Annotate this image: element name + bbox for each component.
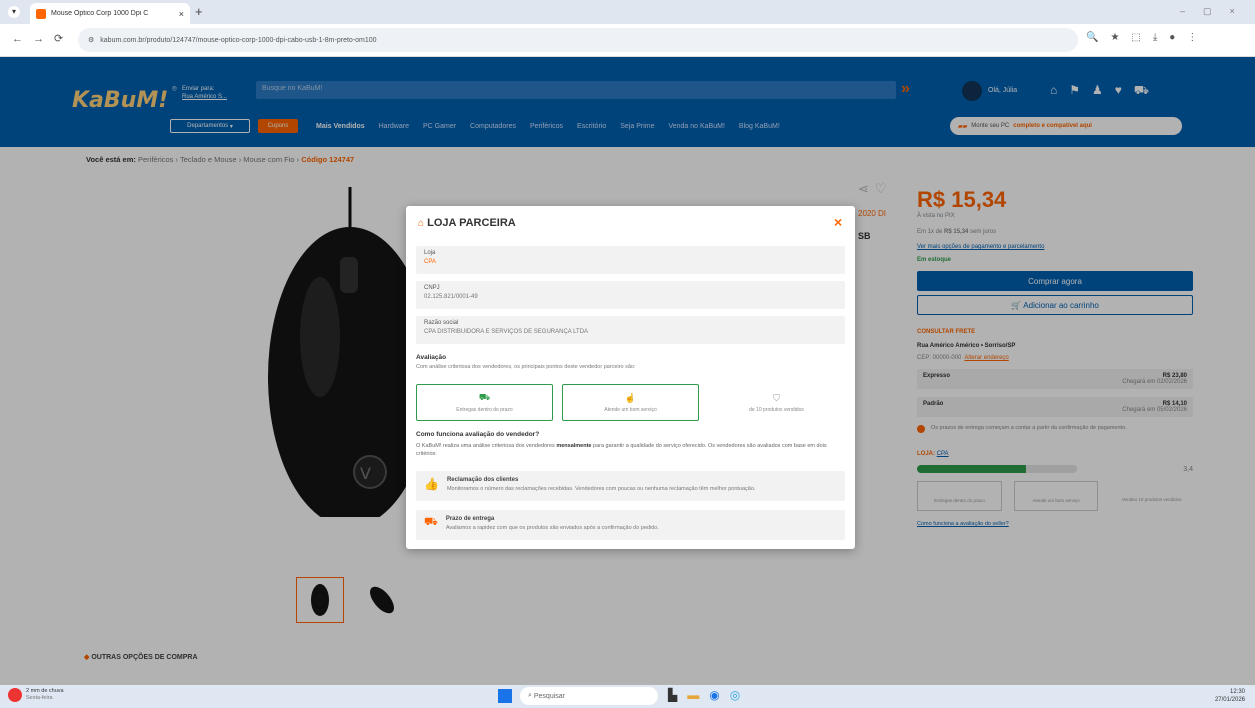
taskbar-search-label: Pesquisar bbox=[533, 692, 566, 700]
start-button[interactable] bbox=[498, 689, 512, 703]
company-label: Razão social bbox=[424, 320, 459, 326]
weather-text: 2 mm de chuva bbox=[26, 688, 64, 694]
weather-icon bbox=[8, 688, 22, 702]
how-desc-bold: mensalmente bbox=[556, 443, 592, 449]
company-value: CPA DISTRIBUIDORA E SERVIÇOS DE SEGURANÇ… bbox=[424, 329, 589, 335]
kabum-favicon-icon bbox=[36, 8, 46, 19]
partner-store-modal: ⌂ LOJA PARCEIRA × Loja CPA CNPJ 02.125.8… bbox=[406, 206, 855, 549]
task-view-icon[interactable]: ▙ bbox=[668, 688, 677, 702]
browser-tab[interactable]: Mouse Optico Corp 1000 Dpi C × bbox=[30, 3, 190, 24]
clock[interactable]: 12:30 27/01/2026 bbox=[1215, 688, 1245, 704]
modal-title-row: ⌂ LOJA PARCEIRA bbox=[418, 217, 516, 229]
chrome-icon[interactable]: ◉ bbox=[709, 688, 719, 702]
basket-icon: ⛉ bbox=[773, 392, 780, 403]
clock-date: 27/01/2026 bbox=[1214, 697, 1245, 703]
tab-title: Mouse Optico Corp 1000 Dpi C bbox=[51, 10, 149, 17]
criteria-desc: Avaliamos a rapidez com que os produtos … bbox=[445, 525, 659, 531]
how-desc: O KaBuM! realiza uma análise criteriosa … bbox=[416, 442, 846, 458]
weather-widget[interactable]: 2 mm de chuva Sexta-feira bbox=[8, 688, 64, 702]
store-value: CPA bbox=[424, 259, 436, 265]
rating-desc: Com análise criteriosa dos vendedores, o… bbox=[416, 364, 636, 370]
close-icon[interactable]: × bbox=[834, 214, 842, 230]
criteria-delivery-time: ⛟ Prazo de entrega Avaliamos a rapidez c… bbox=[416, 510, 845, 540]
taskbar-apps: ▙ ▬ ◉ ◎ bbox=[668, 688, 740, 702]
edge-icon[interactable]: ◎ bbox=[730, 688, 740, 702]
cnpj-field: CNPJ 02.125.821/0001-49 bbox=[416, 281, 845, 309]
cnpj-label: CNPJ bbox=[424, 285, 440, 291]
file-explorer-icon[interactable]: ▬ bbox=[687, 688, 699, 702]
address-bar-row: ←→⟳ ⚙ kabum.com.br/produto/124747/mouse-… bbox=[0, 24, 1255, 57]
nav-buttons[interactable]: ←→⟳ bbox=[12, 32, 73, 45]
new-tab-button[interactable]: + bbox=[195, 4, 203, 19]
thumbs-up-icon: 👍 bbox=[424, 477, 439, 491]
browser-toolbar-icons[interactable]: 🔍★⬚⤓●⋮ bbox=[1086, 32, 1209, 43]
window-controls[interactable]: –▢× bbox=[1180, 6, 1253, 17]
tab-list-button[interactable]: ▾ bbox=[8, 6, 20, 18]
criteria-card-service: ☝ Atende um bom serviço bbox=[562, 384, 699, 421]
modal-title: LOJA PARCEIRA bbox=[427, 217, 516, 229]
store-label: Loja bbox=[424, 250, 436, 256]
url-text: kabum.com.br/produto/124747/mouse-optico… bbox=[100, 36, 377, 44]
hand-icon: ☝ bbox=[624, 392, 637, 403]
criteria-card-delivery: ⛟ Entregas dentro do prazo bbox=[416, 384, 553, 421]
site-info-icon[interactable]: ⚙ bbox=[88, 36, 94, 44]
browser-tab-bar: ▾ Mouse Optico Corp 1000 Dpi C × + –▢× bbox=[0, 0, 1255, 24]
close-tab-icon[interactable]: × bbox=[179, 9, 184, 19]
how-desc-1: O KaBuM! realiza uma análise criteriosa … bbox=[416, 443, 555, 449]
how-title: Como funciona avaliação do vendedor? bbox=[416, 431, 540, 438]
weather-day: Sexta-feira bbox=[26, 695, 53, 701]
store-icon: ⌂ bbox=[418, 218, 425, 229]
criteria-desc: Monitoramos o número das reclamações rec… bbox=[446, 486, 756, 492]
cnpj-value: 02.125.821/0001-49 bbox=[424, 294, 478, 300]
taskbar-search[interactable]: ⌕ Pesquisar bbox=[520, 687, 658, 705]
criteria-card-label: Atende um bom serviço bbox=[604, 406, 657, 413]
criteria-title: Reclamação dos clientes bbox=[446, 477, 519, 483]
criteria-card-label: de 10 produtos vendidos bbox=[749, 406, 804, 413]
criteria-card-label: Entregas dentro do prazo bbox=[456, 407, 513, 413]
rating-title: Avaliação bbox=[416, 354, 447, 361]
delivery-truck-icon: ⛟ bbox=[424, 516, 438, 528]
url-field[interactable]: ⚙ kabum.com.br/produto/124747/mouse-opti… bbox=[78, 28, 1078, 52]
criteria-card-sales: ⛉ de 10 produtos vendidos bbox=[708, 384, 845, 421]
criteria-title: Prazo de entrega bbox=[445, 516, 495, 522]
truck-icon: ⛟ bbox=[478, 392, 491, 402]
store-field: Loja CPA bbox=[416, 246, 845, 274]
company-field: Razão social CPA DISTRIBUIDORA E SERVIÇO… bbox=[416, 316, 845, 344]
windows-taskbar: 2 mm de chuva Sexta-feira ⌕ Pesquisar ▙ … bbox=[0, 685, 1255, 708]
criteria-complaints: 👍 Reclamação dos clientes Monitoramos o … bbox=[416, 471, 845, 501]
clock-time: 12:30 bbox=[1229, 689, 1245, 695]
